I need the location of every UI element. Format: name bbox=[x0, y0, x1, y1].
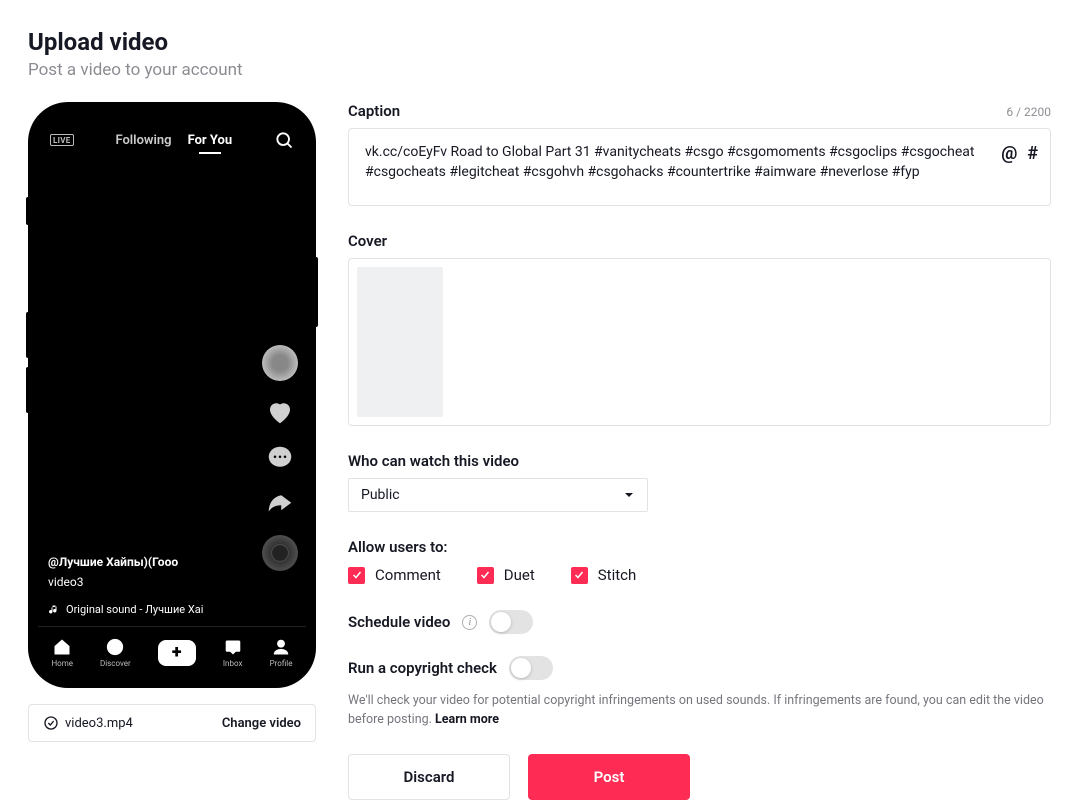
feed-tabs: Following For You bbox=[115, 133, 232, 148]
live-icon: LIVE bbox=[50, 134, 74, 146]
cover-selector[interactable] bbox=[348, 258, 1051, 426]
comment-icon[interactable] bbox=[265, 443, 295, 473]
nav-home[interactable]: Home bbox=[51, 637, 73, 668]
schedule-toggle[interactable] bbox=[489, 610, 533, 634]
learn-more-link[interactable]: Learn more bbox=[435, 712, 499, 727]
caption-label: Caption bbox=[348, 102, 400, 120]
cover-label: Cover bbox=[348, 232, 1051, 250]
allow-label: Allow users to: bbox=[348, 538, 1051, 556]
search-icon[interactable] bbox=[274, 130, 294, 150]
mention-button[interactable]: @ bbox=[1001, 141, 1017, 166]
share-icon[interactable] bbox=[265, 489, 295, 519]
preview-username: @Лучшие Хайпы)(Гооо bbox=[48, 555, 246, 569]
caption-input[interactable]: vk.cc/coEyFv Road to Global Part 31 #van… bbox=[348, 128, 1051, 206]
nav-profile[interactable]: Profile bbox=[270, 637, 293, 668]
avatar-icon[interactable] bbox=[262, 345, 298, 381]
page-header: Upload video Post a video to your accoun… bbox=[28, 28, 1051, 80]
page-subtitle: Post a video to your account bbox=[28, 60, 1051, 80]
caption-counter: 6 / 2200 bbox=[1006, 105, 1051, 119]
page-title: Upload video bbox=[28, 28, 1051, 56]
nav-create-button[interactable]: + bbox=[158, 640, 196, 666]
music-note-icon bbox=[48, 604, 60, 616]
privacy-label: Who can watch this video bbox=[348, 452, 1051, 470]
info-icon[interactable]: i bbox=[462, 615, 477, 630]
privacy-select[interactable]: Public bbox=[348, 478, 648, 512]
schedule-label: Schedule video bbox=[348, 613, 450, 631]
copyright-toggle[interactable] bbox=[509, 656, 553, 680]
copyright-label: Run a copyright check bbox=[348, 659, 497, 677]
like-icon[interactable] bbox=[265, 397, 295, 427]
file-info-bar: video3.mp4 Change video bbox=[28, 704, 316, 742]
file-name: video3.mp4 bbox=[65, 716, 133, 731]
discard-button[interactable]: Discard bbox=[348, 754, 510, 800]
post-button[interactable]: Post bbox=[528, 754, 690, 800]
chevron-down-icon bbox=[623, 489, 635, 501]
check-circle-icon bbox=[43, 715, 59, 731]
hashtag-button[interactable]: # bbox=[1027, 141, 1038, 166]
copyright-helper: We'll check your video for potential cop… bbox=[348, 692, 1051, 730]
checkbox-stitch[interactable]: Stitch bbox=[571, 566, 636, 584]
cover-thumbnail[interactable] bbox=[357, 267, 443, 417]
checkbox-duet[interactable]: Duet bbox=[477, 566, 535, 584]
preview-video-name: video3 bbox=[48, 575, 246, 589]
phone-bottom-nav: Home Discover + Inbox Profile bbox=[38, 626, 306, 678]
checkbox-comment[interactable]: Comment bbox=[348, 566, 441, 584]
phone-preview: LIVE Following For You bbox=[28, 102, 316, 688]
tab-following[interactable]: Following bbox=[115, 133, 171, 148]
disc-icon[interactable] bbox=[262, 535, 298, 571]
change-video-button[interactable]: Change video bbox=[222, 716, 301, 731]
preview-sound: Original sound - Лучшие Хаі bbox=[48, 603, 246, 616]
tab-for-you[interactable]: For You bbox=[188, 133, 233, 148]
nav-discover[interactable]: Discover bbox=[100, 637, 131, 668]
nav-inbox[interactable]: Inbox bbox=[223, 637, 243, 668]
